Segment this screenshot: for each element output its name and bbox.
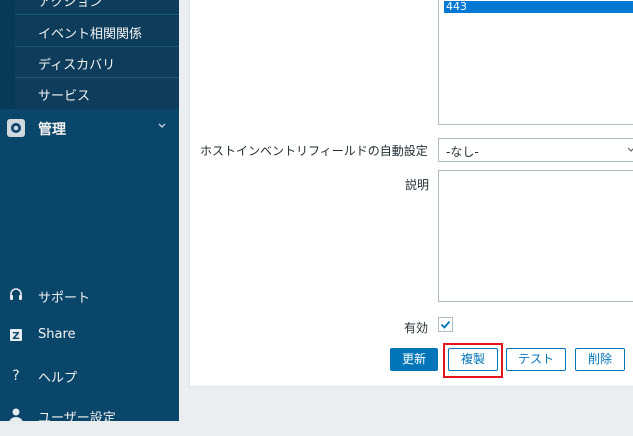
- gear-icon: [7, 119, 25, 137]
- user-icon: [9, 408, 23, 423]
- sidebar-item-label: サービス: [38, 89, 91, 104]
- sidebar: アクション イベント相関関係 ディスカバリ サービス 管理 サポート Z Sha…: [0, 0, 179, 426]
- sidebar-item-label: サポート: [38, 291, 91, 306]
- sidebar-item-label: アクション: [38, 0, 103, 10]
- sidebar-item-actions[interactable]: アクション: [15, 0, 179, 15]
- sidebar-item-label: 管理: [38, 122, 66, 138]
- svg-text:Z: Z: [12, 331, 19, 342]
- inventory-field-select[interactable]: -なし-: [438, 138, 633, 162]
- test-button[interactable]: テスト: [506, 348, 566, 371]
- sidebar-item-label: ディスカバリ: [38, 58, 116, 73]
- svg-text:?: ?: [12, 368, 19, 384]
- highlight-box: [443, 343, 503, 378]
- sidebar-item-label: Share: [38, 327, 76, 342]
- description-textarea[interactable]: [438, 170, 633, 302]
- checkmark-icon: [440, 320, 451, 329]
- sidebar-item-services[interactable]: サービス: [15, 78, 179, 109]
- question-icon: ?: [12, 368, 19, 384]
- sidebar-item-administration[interactable]: 管理: [0, 109, 179, 149]
- sidebar-item-label: ユーザー設定: [38, 411, 116, 426]
- sidebar-item-share[interactable]: Z Share: [0, 316, 179, 356]
- sidebar-item-label: ヘルプ: [38, 371, 78, 386]
- chevron-down-icon: [628, 147, 633, 152]
- description-label: 説明: [405, 178, 430, 192]
- listbox-selected-label: 443: [446, 0, 467, 13]
- enabled-checkbox[interactable]: [438, 317, 453, 332]
- sidebar-item-support[interactable]: サポート: [0, 276, 179, 316]
- sidebar-item-help[interactable]: ? ヘルプ: [0, 356, 179, 396]
- chevron-down-icon[interactable]: [157, 121, 167, 131]
- listbox-selected-item[interactable]: 443: [444, 1, 633, 13]
- share-z-icon: Z: [10, 329, 22, 342]
- update-button[interactable]: 更新: [390, 348, 438, 371]
- sub-menu: アクション イベント相関関係 ディスカバリ サービス: [0, 0, 179, 109]
- sidebar-item-label: イベント相関関係: [38, 27, 143, 42]
- headset-icon: [10, 288, 22, 300]
- inventory-field-label: ホストインベントリフィールドの自動設定: [200, 144, 428, 158]
- sidebar-item-user-settings[interactable]: ユーザー設定: [0, 396, 179, 436]
- sidebar-item-event-correlation[interactable]: イベント相関関係: [15, 16, 179, 47]
- port-listbox[interactable]: 443: [438, 0, 633, 125]
- delete-button[interactable]: 削除: [575, 348, 625, 371]
- sidebar-item-discovery[interactable]: ディスカバリ: [15, 47, 179, 78]
- inventory-field-value: -なし-: [446, 145, 479, 159]
- enabled-label: 有効: [404, 321, 429, 335]
